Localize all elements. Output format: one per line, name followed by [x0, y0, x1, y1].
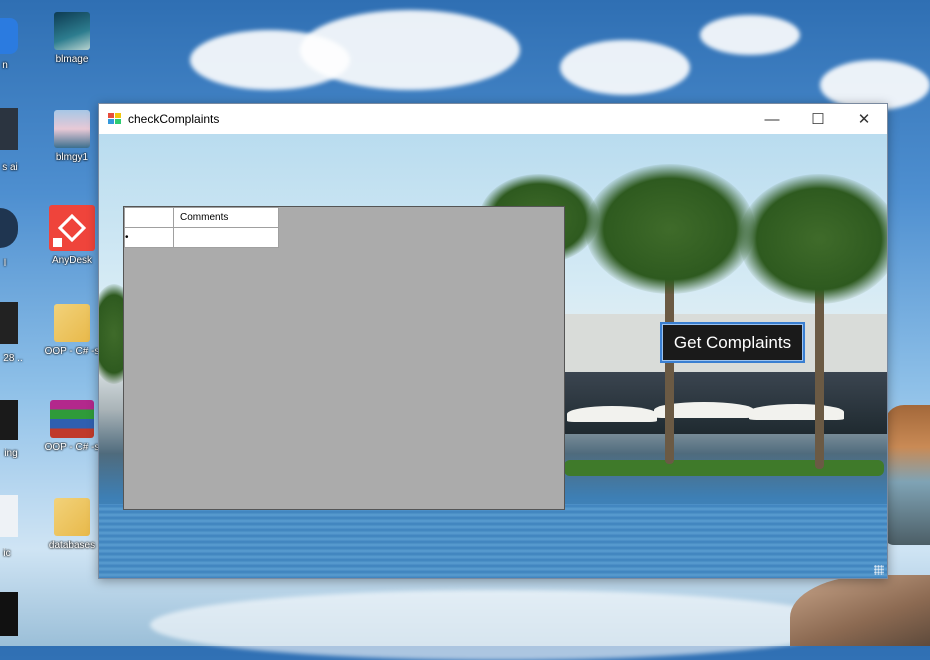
- winrar-archive-icon: [50, 400, 94, 438]
- column-header-comments[interactable]: Comments: [173, 207, 279, 228]
- comments-cell[interactable]: [173, 227, 279, 248]
- image-file-icon: [54, 12, 90, 50]
- minimize-button[interactable]: —: [749, 104, 795, 134]
- desktop-icon-anydesk[interactable]: AnyDesk: [37, 205, 107, 266]
- pool-water: [99, 504, 887, 578]
- folder-icon: [54, 304, 90, 342]
- partial-icon[interactable]: [0, 108, 18, 150]
- desktop-icon-databases[interactable]: databases: [37, 498, 107, 551]
- edge-label: l: [0, 258, 40, 269]
- window-title: checkComplaints: [128, 112, 220, 126]
- partial-icon[interactable]: [0, 592, 18, 636]
- desktop-icon-label: blmage: [55, 54, 89, 65]
- folder-icon: [54, 498, 90, 536]
- close-button[interactable]: ✕: [841, 104, 887, 134]
- form-client-area: Comments • Get Complaints: [99, 134, 887, 578]
- partial-icon[interactable]: [0, 495, 18, 537]
- grid-header-row: Comments: [124, 207, 279, 228]
- desktop-icon-label: databases: [48, 540, 96, 551]
- get-complaints-button[interactable]: Get Complaints: [660, 322, 805, 363]
- app-form-icon: [108, 113, 122, 125]
- desktop-icon-label: blmgy1: [55, 152, 89, 163]
- cloud: [700, 15, 800, 55]
- desktop-icon-blmage[interactable]: blmage: [37, 12, 107, 65]
- row-header-corner[interactable]: [124, 207, 174, 228]
- cloud: [150, 590, 850, 660]
- hedge: [564, 460, 884, 476]
- desktop-icon-label: OOP - C# -s: [44, 346, 100, 357]
- check-complaints-window: checkComplaints — ☐ ✕ Comments • Get Com…: [98, 103, 888, 579]
- partial-icon[interactable]: [0, 400, 18, 440]
- wallpaper-rock: [790, 575, 930, 646]
- edge-label-text: l: [3, 258, 7, 269]
- edge-label-text: n: [2, 60, 8, 71]
- table-row[interactable]: •: [124, 227, 279, 248]
- desktop-icon-oop-archive[interactable]: OOP - C# -s: [37, 400, 107, 453]
- title-bar[interactable]: checkComplaints — ☐ ✕: [99, 104, 887, 134]
- desktop-icon-blmgy1[interactable]: blmgy1: [37, 110, 107, 163]
- complaints-data-grid[interactable]: Comments •: [123, 206, 565, 510]
- desktop-icon-label: OOP - C# -s: [44, 442, 100, 453]
- new-row-marker[interactable]: •: [124, 227, 174, 248]
- resize-grip[interactable]: [874, 565, 884, 575]
- partial-icon[interactable]: [0, 208, 18, 248]
- desktop-icon-oop-folder-1[interactable]: OOP - C# -s: [37, 304, 107, 357]
- partial-icon[interactable]: [0, 302, 18, 344]
- palm-leaves: [585, 164, 755, 294]
- edge-label: ic: [0, 548, 42, 559]
- edge-label: n: [0, 60, 40, 71]
- image-file-icon: [54, 110, 90, 148]
- cloud: [560, 40, 690, 95]
- wallpaper-person: [884, 405, 930, 545]
- edge-label-text: s ai: [2, 162, 18, 173]
- anydesk-icon: [49, 205, 95, 251]
- cloud: [300, 10, 520, 90]
- palm-leaves: [739, 174, 887, 304]
- grid-table: Comments •: [124, 207, 279, 248]
- edge-label-text: ic: [3, 548, 11, 559]
- umbrella: [749, 404, 844, 420]
- maximize-button[interactable]: ☐: [795, 104, 841, 134]
- umbrella: [567, 406, 657, 422]
- desktop-icon-label: AnyDesk: [51, 255, 92, 266]
- edge-label: s ai: [0, 162, 45, 173]
- partial-icon[interactable]: [0, 18, 18, 54]
